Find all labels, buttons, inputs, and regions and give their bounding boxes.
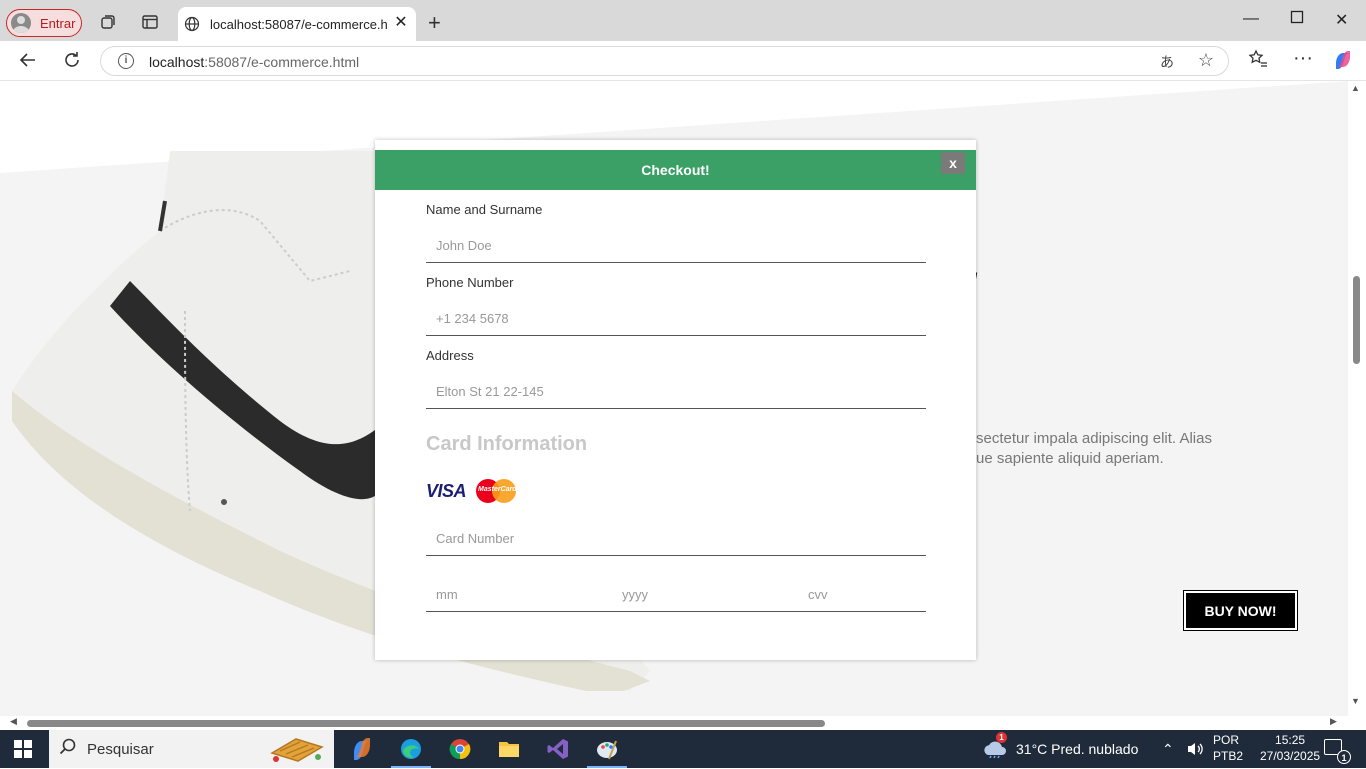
year-input[interactable] <box>612 578 798 611</box>
weather-text: 31°C Pred. nublado <box>1016 741 1139 757</box>
visual-studio-icon[interactable] <box>535 730 581 768</box>
weather-widget[interactable]: 1 31°C Pred. nublado <box>982 730 1138 768</box>
horizontal-scroll-thumb[interactable] <box>27 720 825 727</box>
back-icon[interactable] <box>18 50 38 76</box>
clock[interactable]: 15:25 27/03/2025 <box>1260 732 1320 764</box>
copilot-app-icon[interactable] <box>339 730 385 768</box>
horizontal-scrollbar[interactable]: ◀ ▶ <box>0 716 1348 730</box>
file-explorer-icon[interactable] <box>486 730 532 768</box>
paint-app-icon[interactable] <box>584 730 630 768</box>
tab-title: localhost:58087/e-commerce.html <box>210 16 388 32</box>
maximize-icon[interactable] <box>1290 10 1304 29</box>
modal-close-button[interactable]: x <box>941 152 965 174</box>
globe-icon <box>184 16 200 35</box>
toolbar: i localhost:58087/e-commerce.html あ ☆ ··… <box>0 41 1366 81</box>
month-input[interactable] <box>426 578 612 611</box>
avatar-icon <box>11 13 31 33</box>
product-description: sectetur impala adipiscing elit. Alias u… <box>976 430 1212 467</box>
taskbar: Pesquisar 1 31°C Pred. nublado ⌃ POR PTB… <box>0 730 1366 768</box>
favorites-icon[interactable] <box>1248 49 1268 74</box>
new-tab-icon[interactable]: + <box>428 10 441 36</box>
tab-active[interactable]: localhost:58087/e-commerce.html ✕ <box>178 7 416 41</box>
name-input[interactable] <box>426 229 926 262</box>
address-input[interactable] <box>426 375 926 408</box>
close-tab-icon[interactable]: ✕ <box>392 14 410 32</box>
copilot-icon[interactable] <box>1332 49 1354 76</box>
minimize-icon[interactable]: — <box>1243 10 1259 28</box>
weather-badge: 1 <box>996 731 1007 743</box>
waffle-icon <box>268 733 326 765</box>
search-icon <box>59 738 77 761</box>
name-label: Name and Surname <box>426 202 543 217</box>
search-label: Pesquisar <box>87 740 154 758</box>
more-menu-icon[interactable]: ··· <box>1293 47 1313 70</box>
buy-now-button[interactable]: BUY NOW! <box>1183 590 1298 631</box>
cvv-input[interactable] <box>798 578 984 611</box>
workspaces-icon[interactable] <box>98 12 118 32</box>
phone-input[interactable] <box>426 302 926 335</box>
scroll-right-icon[interactable]: ▶ <box>1330 716 1337 727</box>
weather-icon: 1 <box>982 731 1008 761</box>
chrome-app-icon[interactable] <box>437 730 483 768</box>
phone-field <box>426 302 926 336</box>
scroll-down-icon[interactable]: ▼ <box>1351 696 1360 706</box>
address-label: Address <box>426 348 474 363</box>
vertical-scrollbar[interactable]: ▲ ▼ <box>1348 81 1366 716</box>
name-field <box>426 229 926 263</box>
url-text: localhost:58087/e-commerce.html <box>149 54 360 70</box>
taskbar-search[interactable]: Pesquisar <box>49 730 334 768</box>
notification-icon[interactable]: 1 <box>1324 739 1351 764</box>
favorite-star-icon[interactable]: ☆ <box>1198 50 1214 71</box>
address-field <box>426 375 926 409</box>
profile-button[interactable]: Entrar <box>6 9 82 37</box>
site-info-icon[interactable]: i <box>118 53 134 69</box>
phone-label: Phone Number <box>426 275 514 290</box>
refresh-icon[interactable] <box>62 50 82 76</box>
card-number-field <box>426 522 926 556</box>
card-info-heading: Card Information <box>426 433 588 455</box>
expiry-cvv-row <box>426 578 984 612</box>
mastercard-logo: MasterCard <box>476 479 517 503</box>
clock-time: 15:25 <box>1275 733 1306 747</box>
profile-label: Entrar <box>40 15 76 31</box>
scroll-left-icon[interactable]: ◀ <box>10 716 17 727</box>
edge-app-icon[interactable] <box>388 730 434 768</box>
clock-date: 27/03/2025 <box>1260 749 1321 763</box>
checkout-modal: Checkout! x Name and Surname Phone Numbe… <box>375 140 984 660</box>
tab-strip: Entrar localhost:58087/e-commerce.html ✕… <box>0 0 1366 41</box>
vertical-scroll-thumb[interactable] <box>1353 276 1360 364</box>
language-indicator[interactable]: POR PTB2 <box>1213 732 1243 764</box>
notification-count: 1 <box>1337 750 1351 764</box>
close-window-icon[interactable]: ✕ <box>1335 10 1348 30</box>
vertical-tabs-icon[interactable] <box>140 12 160 32</box>
address-bar[interactable]: i localhost:58087/e-commerce.html あ ☆ <box>100 46 1229 76</box>
visa-logo: VISA <box>426 481 467 501</box>
windows-start-icon[interactable] <box>14 740 32 758</box>
scroll-up-icon[interactable]: ▲ <box>1351 83 1360 93</box>
modal-title: Checkout! <box>375 150 976 190</box>
read-aloud-icon[interactable]: あ <box>1160 52 1174 72</box>
card-number-input[interactable] <box>426 522 926 555</box>
speaker-icon[interactable] <box>1186 730 1204 768</box>
tray-expand-icon[interactable]: ⌃ <box>1162 730 1174 768</box>
